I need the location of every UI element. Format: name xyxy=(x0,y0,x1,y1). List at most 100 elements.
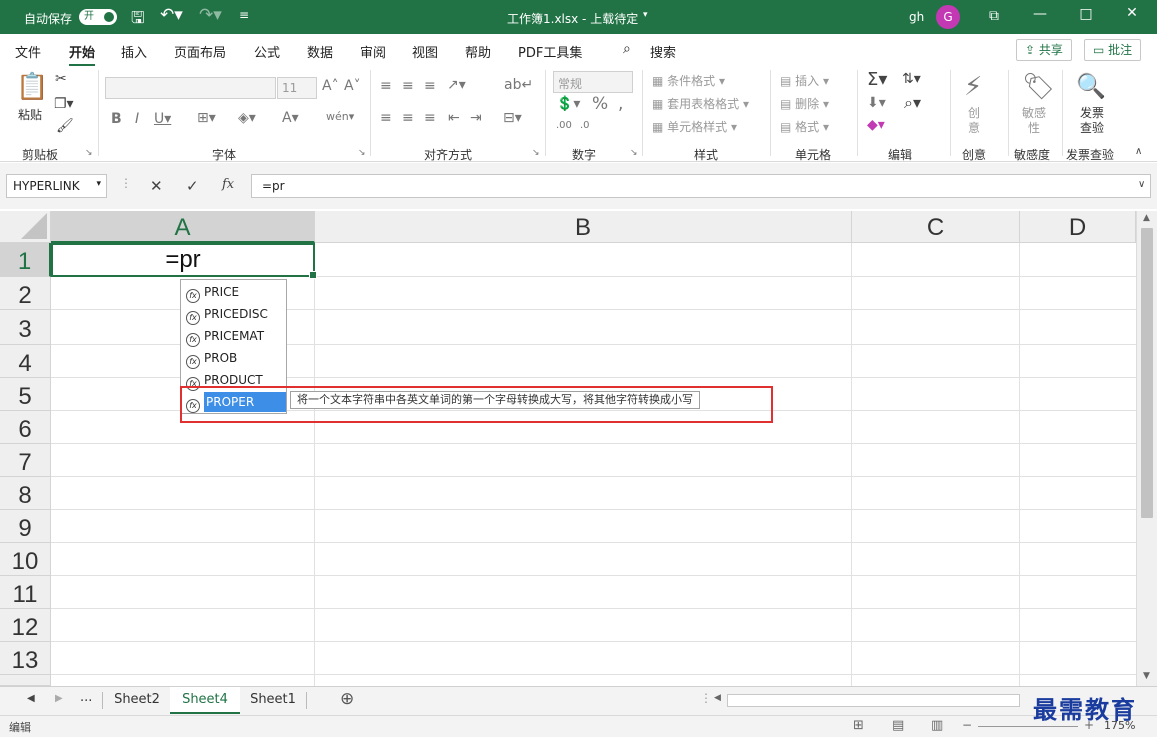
add-sheet-icon[interactable]: ⊕ xyxy=(340,689,354,709)
shrink-font-icon[interactable]: A˅ xyxy=(344,78,361,94)
tab-page-layout[interactable]: 页面布局 xyxy=(174,42,226,61)
formula-input[interactable]: =pr xyxy=(251,174,1151,198)
horizontal-scroll-thumb[interactable] xyxy=(727,694,1020,707)
scroll-left-icon[interactable]: ◀ xyxy=(714,693,721,703)
percent-icon[interactable]: % xyxy=(592,94,608,114)
conditional-format-button[interactable]: ▦ 条件格式 ▾ xyxy=(652,72,725,89)
close-icon[interactable]: ✕ xyxy=(1112,5,1152,21)
sheet-tab-sheet2[interactable]: Sheet2 xyxy=(104,687,170,714)
creative-button-label[interactable]: 创意 xyxy=(968,106,982,136)
sensitivity-button-label[interactable]: 敏感性 xyxy=(1021,106,1047,136)
row-header-5[interactable]: 5 xyxy=(0,378,51,411)
cell-styles-button[interactable]: ▦ 单元格样式 ▾ xyxy=(652,118,737,135)
format-as-table-button[interactable]: ▦ 套用表格格式 ▾ xyxy=(652,95,749,112)
column-header-a[interactable]: A xyxy=(51,211,315,243)
paste-icon[interactable]: 📋 xyxy=(16,72,48,102)
font-color-icon[interactable]: A▾ xyxy=(282,110,299,126)
avatar[interactable]: G xyxy=(936,5,960,29)
wrap-text-icon[interactable]: ab↵ xyxy=(504,77,533,93)
tab-help[interactable]: 帮助 xyxy=(465,42,491,61)
page-layout-view-icon[interactable]: ▤ xyxy=(892,718,904,733)
orientation-icon[interactable]: ↗▾ xyxy=(447,77,466,93)
vertical-scrollbar[interactable]: ▲ ▼ xyxy=(1136,211,1157,686)
sheet-tab-sheet4[interactable]: Sheet4 xyxy=(170,687,240,714)
grow-font-icon[interactable]: A˄ xyxy=(322,78,339,94)
decrease-indent-icon[interactable]: ⇤ xyxy=(448,110,460,126)
row-header-14-partial[interactable] xyxy=(0,675,51,686)
find-select-icon[interactable]: ⌕▾ xyxy=(904,93,921,113)
align-right-icon[interactable]: ≡ xyxy=(424,110,436,126)
active-cell-a1[interactable]: =pr xyxy=(51,243,317,279)
autocomplete-item-price[interactable]: fx PRICE xyxy=(183,281,286,303)
row-header-11[interactable]: 11 xyxy=(0,576,51,609)
undo-icon[interactable]: ↶▾ xyxy=(160,5,183,25)
redo-icon[interactable]: ↷▾ xyxy=(199,5,222,25)
row-header-9[interactable]: 9 xyxy=(0,510,51,543)
tab-view[interactable]: 视图 xyxy=(412,42,438,61)
clear-icon[interactable]: ◆▾ xyxy=(867,117,885,133)
clipboard-launcher-icon[interactable]: ↘ xyxy=(85,148,93,158)
normal-view-icon[interactable]: ⊞ xyxy=(853,718,864,733)
format-cells-button[interactable]: ▤ 格式 ▾ xyxy=(780,118,829,135)
row-header-1[interactable]: 1 xyxy=(0,243,51,277)
scroll-up-icon[interactable]: ▲ xyxy=(1143,213,1150,223)
column-header-c[interactable]: C xyxy=(852,211,1020,243)
align-middle-icon[interactable]: ≡ xyxy=(402,78,414,94)
tab-insert[interactable]: 插入 xyxy=(121,42,147,61)
alignment-launcher-icon[interactable]: ↘ xyxy=(532,148,540,158)
column-header-d[interactable]: D xyxy=(1020,211,1136,243)
autocomplete-item-prob[interactable]: fx PROB xyxy=(183,347,286,369)
customize-toolbar-icon[interactable]: ≡ xyxy=(239,8,249,22)
italic-icon[interactable]: I xyxy=(135,111,139,127)
autosum-icon[interactable]: Σ▾ xyxy=(867,69,887,90)
row-header-10[interactable]: 10 xyxy=(0,543,51,576)
tab-review[interactable]: 审阅 xyxy=(360,42,386,61)
row-header-13[interactable]: 13 xyxy=(0,642,51,675)
align-center-icon[interactable]: ≡ xyxy=(402,110,414,126)
enter-icon[interactable]: ✓ xyxy=(186,177,199,195)
cut-icon[interactable]: ✂ xyxy=(55,71,67,87)
tab-formulas[interactable]: 公式 xyxy=(254,42,280,61)
phonetic-icon[interactable]: wén▾ xyxy=(326,110,354,123)
more-sheets-button[interactable]: ... xyxy=(80,690,92,705)
format-painter-icon[interactable]: 🖌 xyxy=(56,118,74,134)
sheet-tab-sheet1[interactable]: Sheet1 xyxy=(240,687,306,714)
invoice-check-button-label[interactable]: 发票查验 xyxy=(1078,106,1106,136)
expand-formula-bar-icon[interactable]: ∨ xyxy=(1138,179,1145,190)
align-top-icon[interactable]: ≡ xyxy=(380,78,392,94)
paste-button[interactable]: 粘贴 xyxy=(18,106,42,123)
accounting-format-icon[interactable]: 💲▾ xyxy=(556,96,580,112)
save-icon[interactable]: 🖫 xyxy=(131,7,145,34)
font-launcher-icon[interactable]: ↘ xyxy=(358,148,366,158)
delete-cells-button[interactable]: ▤ 删除 ▾ xyxy=(780,95,829,112)
row-header-3[interactable]: 3 xyxy=(0,310,51,345)
borders-icon[interactable]: ⊞▾ xyxy=(197,110,216,126)
tab-pdf-tools[interactable]: PDF工具集 xyxy=(518,42,582,61)
search-icon[interactable]: ⌕ xyxy=(623,41,631,57)
insert-function-button[interactable]: fx xyxy=(222,177,234,192)
font-name-select[interactable] xyxy=(105,77,276,99)
title-dropdown-icon[interactable]: ▾ xyxy=(643,10,648,20)
row-header-6[interactable]: 6 xyxy=(0,411,51,444)
row-header-8[interactable]: 8 xyxy=(0,477,51,510)
column-header-b[interactable]: B xyxy=(315,211,852,243)
row-header-2[interactable]: 2 xyxy=(0,277,51,310)
fill-color-icon[interactable]: ◈▾ xyxy=(238,110,256,126)
font-size-select[interactable]: 11 xyxy=(277,77,317,99)
cancel-icon[interactable]: ✕ xyxy=(150,177,163,195)
zoom-out-icon[interactable]: − xyxy=(962,718,972,732)
comma-style-icon[interactable]: , xyxy=(618,94,623,114)
creative-icon[interactable]: ⚡ xyxy=(964,72,982,102)
page-break-view-icon[interactable]: ▥ xyxy=(931,718,943,733)
zoom-slider[interactable] xyxy=(978,726,1078,727)
number-format-select[interactable]: 常规 xyxy=(553,71,633,93)
select-all-button[interactable] xyxy=(0,211,51,243)
increase-indent-icon[interactable]: ⇥ xyxy=(470,110,482,126)
share-button[interactable]: ⇪ 共享 xyxy=(1016,39,1072,61)
tab-home[interactable]: 开始 xyxy=(69,42,96,67)
align-bottom-icon[interactable]: ≡ xyxy=(424,78,436,94)
autosave-toggle[interactable]: 开 xyxy=(79,9,117,25)
ribbon-display-icon[interactable]: ⧉ xyxy=(974,8,1014,24)
next-sheet-icon[interactable]: ▶ xyxy=(55,693,63,704)
minimize-icon[interactable]: — xyxy=(1020,6,1060,22)
